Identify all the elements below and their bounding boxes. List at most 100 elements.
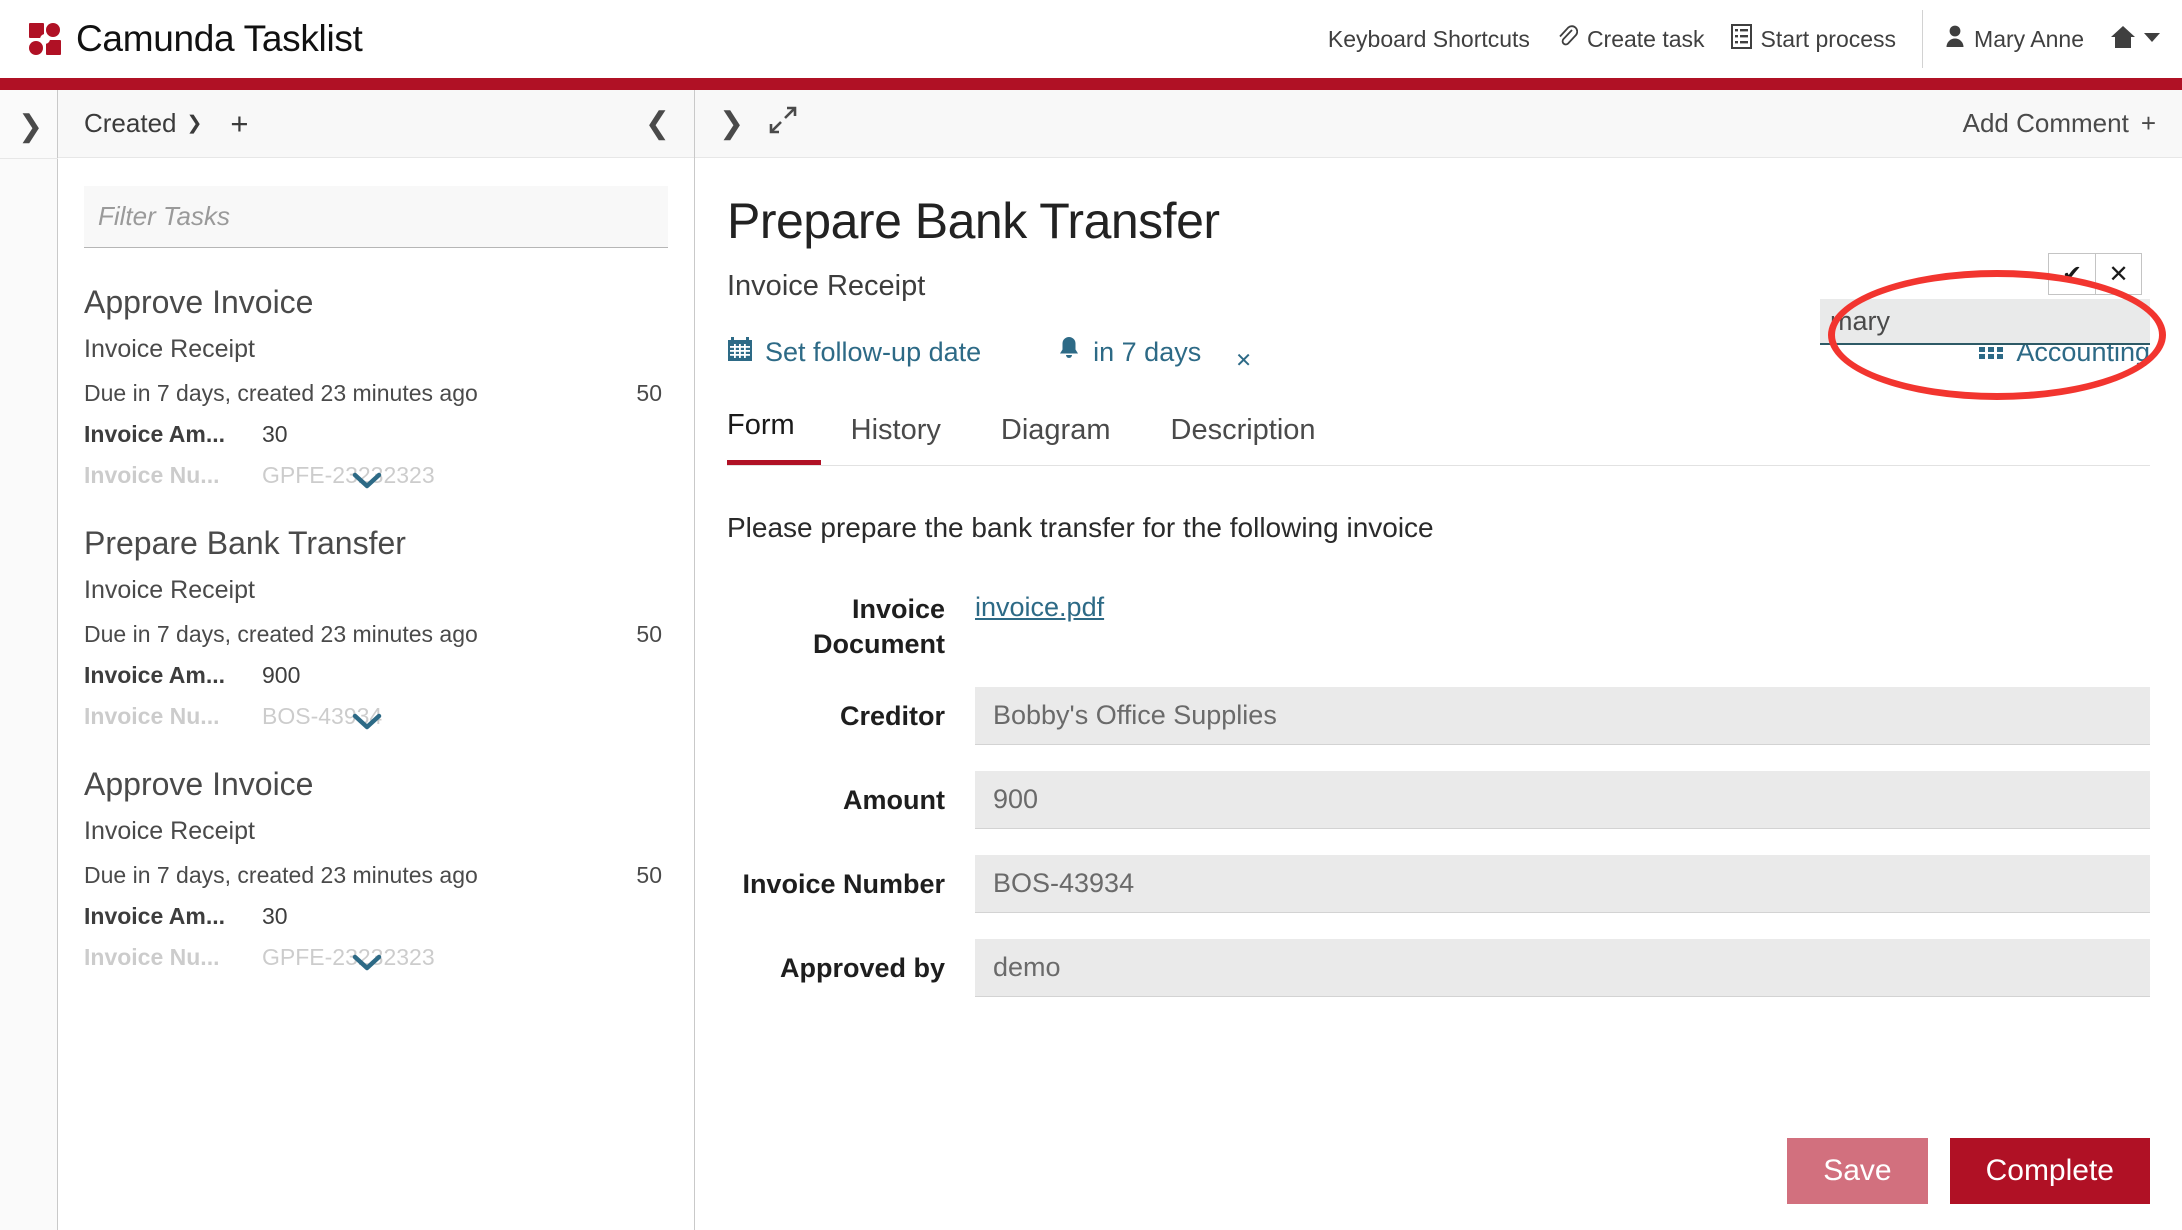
left-rail: ❯ xyxy=(0,90,58,1230)
save-button[interactable]: Save xyxy=(1787,1138,1928,1204)
set-follow-up-date-button[interactable]: Set follow-up date xyxy=(727,336,981,369)
form-intro-text: Please prepare the bank transfer for the… xyxy=(727,512,1434,543)
sort-chevron-down-icon[interactable]: ❯ xyxy=(187,112,203,135)
list-item[interactable]: Prepare Bank Transfer Invoice Receipt Du… xyxy=(84,489,668,730)
brand-accent-bar xyxy=(0,78,2182,90)
task-list-panel: Created ❯ + ❮ Approve Invoice Invoice Re… xyxy=(58,90,695,1230)
start-process-link[interactable]: Start process xyxy=(1730,23,1897,55)
add-comment-button[interactable]: Add Comment + xyxy=(1963,108,2156,139)
filter-tasks-wrapper xyxy=(58,158,694,248)
keyboard-shortcuts-link[interactable]: Keyboard Shortcuts xyxy=(1328,26,1530,53)
field-value xyxy=(975,855,2150,914)
assignee-cancel-close-x-icon[interactable]: ✕ xyxy=(2095,254,2141,294)
task-variable-value: 30 xyxy=(262,421,288,447)
bell-icon xyxy=(1057,335,1081,370)
rail-expand-chevron-right-icon[interactable]: ❯ xyxy=(18,112,43,142)
approved-by-input[interactable] xyxy=(975,939,2150,998)
assignee-input[interactable] xyxy=(1820,299,2150,345)
task-detail-panel: ❯ Add Comment + Prepare Bank Transfer In… xyxy=(695,90,2182,1230)
field-value xyxy=(975,939,2150,998)
task-list-items: Approve Invoice Invoice Receipt Due in 7… xyxy=(58,248,694,971)
home-menu[interactable] xyxy=(2110,24,2160,55)
home-icon xyxy=(2110,24,2136,55)
collapse-list-chevron-left-icon[interactable]: ❮ xyxy=(645,106,670,141)
brand[interactable]: Camunda Tasklist xyxy=(28,18,363,60)
user-name-label: Mary Anne xyxy=(1974,25,2084,52)
task-priority: 50 xyxy=(636,862,662,888)
task-list-header: Created ❯ + ❮ xyxy=(58,90,694,158)
expand-chevron-down-icon[interactable] xyxy=(352,948,382,980)
task-variable-row: Invoice Am... 30 xyxy=(84,421,668,448)
calendar-icon xyxy=(727,336,753,369)
field-value xyxy=(975,687,2150,746)
task-meta-text: Due in 7 days, created 23 minutes ago xyxy=(84,380,478,406)
task-variable-key: Invoice Nu... xyxy=(84,462,220,488)
task-variable-key: Invoice Am... xyxy=(84,662,226,688)
task-variable-key: Invoice Am... xyxy=(84,903,226,929)
create-task-link[interactable]: Create task xyxy=(1556,23,1705,55)
list-document-icon xyxy=(1730,23,1752,55)
task-priority: 50 xyxy=(636,621,662,647)
brand-title: Camunda Tasklist xyxy=(76,18,363,59)
list-item[interactable]: Approve Invoice Invoice Receipt Due in 7… xyxy=(84,730,668,971)
amount-input[interactable] xyxy=(975,771,2150,830)
task-variable-key: Invoice Nu... xyxy=(84,703,220,729)
keyboard-shortcuts-label: Keyboard Shortcuts xyxy=(1327,25,1530,52)
due-date-button[interactable]: in 7 days xyxy=(1057,335,1201,370)
add-filter-plus-icon[interactable]: + xyxy=(230,108,248,139)
user-silhouette-icon xyxy=(1945,24,1965,54)
complete-button[interactable]: Complete xyxy=(1949,1138,2150,1204)
invoice-number-input[interactable] xyxy=(975,855,2150,914)
clear-due-date-close-x-icon[interactable]: ✕ xyxy=(1235,348,1252,373)
form-field-amount: Amount xyxy=(727,771,2150,830)
assignee-editor-buttons: ✔ ✕ xyxy=(2048,253,2142,295)
task-name: Approve Invoice xyxy=(84,766,314,802)
page-title: Prepare Bank Transfer xyxy=(727,193,1220,249)
form-field-approved-by: Approved by xyxy=(727,939,2150,998)
field-label: Invoice Number xyxy=(742,869,945,900)
tab-history[interactable]: History xyxy=(821,414,971,465)
task-variable-value: GPFE-23232323 xyxy=(262,944,435,970)
start-process-label: Start process xyxy=(1760,25,1897,52)
task-process-name: Invoice Receipt xyxy=(84,335,255,363)
task-process-name: Invoice Receipt xyxy=(84,817,255,845)
task-detail-body: Prepare Bank Transfer Invoice Receipt Se… xyxy=(695,158,2182,1023)
expand-diagonal-icon[interactable] xyxy=(768,105,798,142)
field-value: invoice.pdf xyxy=(975,580,2150,661)
form-field-creditor: Creditor xyxy=(727,687,2150,746)
task-variable-row-wrapper: Invoice Nu... GPFE-23232323 xyxy=(84,944,668,971)
rail-divider xyxy=(0,158,58,159)
task-meta-text: Due in 7 days, created 23 minutes ago xyxy=(84,621,478,647)
form-field-invoice-document: Invoice Document invoice.pdf xyxy=(727,580,2150,661)
plus-icon: + xyxy=(2140,108,2156,138)
tab-diagram[interactable]: Diagram xyxy=(971,414,1141,465)
task-detail-footer: Save Complete xyxy=(1787,1138,2150,1204)
field-label: Creditor xyxy=(839,701,945,732)
task-action-row: Set follow-up date in 7 days ✕ Accountin… xyxy=(727,253,2150,375)
field-label: Amount xyxy=(843,785,945,816)
assignee-confirm-checkmark-icon[interactable]: ✔ xyxy=(2049,254,2095,294)
camunda-logo-icon xyxy=(28,22,62,56)
user-menu[interactable]: Mary Anne xyxy=(1945,24,2084,54)
invoice-document-link[interactable]: invoice.pdf xyxy=(975,580,1104,623)
task-meta: Due in 7 days, created 23 minutes ago 50 xyxy=(84,380,668,407)
task-meta: Due in 7 days, created 23 minutes ago 50 xyxy=(84,862,668,889)
sort-by-label[interactable]: Created xyxy=(84,108,177,139)
field-label: Invoice Document xyxy=(812,594,945,659)
creditor-input[interactable] xyxy=(975,687,2150,746)
add-comment-label: Add Comment xyxy=(1962,108,2129,138)
tab-description[interactable]: Description xyxy=(1141,414,1346,465)
tab-form[interactable]: Form xyxy=(727,409,821,465)
task-variable-row-wrapper: Invoice Nu... BOS-43934 xyxy=(84,703,668,730)
list-item[interactable]: Approve Invoice Invoice Receipt Due in 7… xyxy=(84,248,668,489)
field-label: Approved by xyxy=(779,953,945,984)
top-nav-actions: Keyboard Shortcuts Create task Start pro… xyxy=(1302,0,2182,78)
assignee-editor: ✔ ✕ xyxy=(1820,253,2150,345)
task-detail-tabs: Form History Diagram Description xyxy=(727,409,2150,466)
form-field-invoice-number: Invoice Number xyxy=(727,855,2150,914)
task-variable-key: Invoice Nu... xyxy=(84,944,220,970)
detail-next-chevron-right-icon[interactable]: ❯ xyxy=(719,106,744,141)
task-detail-header: ❯ Add Comment + xyxy=(695,90,2182,158)
filter-tasks-input[interactable] xyxy=(84,186,668,248)
set-follow-up-date-label: Set follow-up date xyxy=(765,336,982,367)
